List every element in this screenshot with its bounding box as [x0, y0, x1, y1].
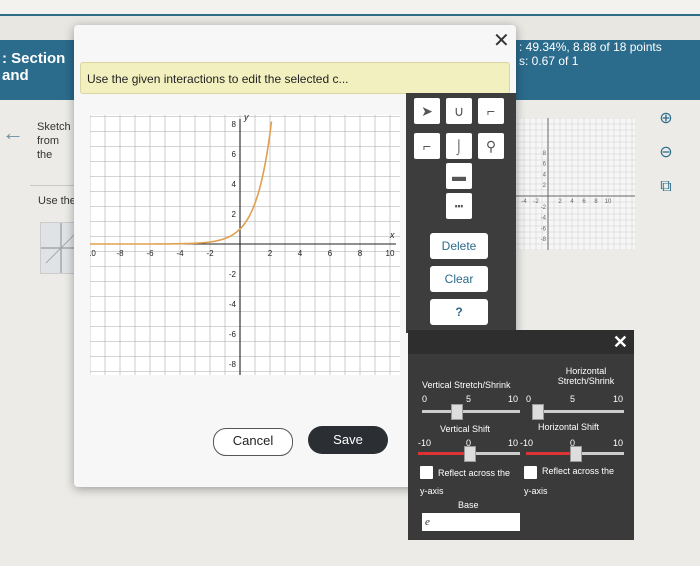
horizontal-shift-fill	[526, 452, 574, 455]
section-title: : Section and	[2, 50, 65, 84]
drawing-tools-panel: ➤ ∪ ⌐ ⌐ ⌡ ⚲ ▬ ┅ Delete Clear ?	[406, 93, 516, 333]
parabola-tool-icon[interactable]: ∪	[446, 98, 472, 124]
vertical-stretch-label: Vertical Stretch/Shrink	[422, 380, 511, 390]
horizontal-shift-max: 10	[613, 438, 624, 448]
x-tick-label: 2	[268, 249, 273, 258]
zoom-out-icon[interactable]: ⊖	[655, 142, 677, 164]
horizontal-shift-label: Horizontal Shift	[538, 422, 600, 432]
x-tick-label: 6	[328, 249, 333, 258]
reflect-y-axis-checkbox[interactable]	[420, 466, 433, 479]
vertical-stretch-knob[interactable]	[451, 404, 464, 420]
back-arrow-icon[interactable]: ←	[2, 120, 24, 146]
close-dialog-icon[interactable]: ✕	[493, 28, 510, 53]
horizontal-shift-min: -10	[520, 438, 534, 448]
reflect-y-axis-label2-2: y-axis	[524, 486, 548, 496]
horizontal-stretch-knob[interactable]	[531, 404, 544, 420]
score-line2: s: 0.67 of 1	[519, 54, 579, 68]
x-tick-label: 8	[358, 249, 363, 258]
base-input[interactable]: e	[422, 513, 520, 531]
y-tick-label: -4	[229, 300, 237, 309]
horizontal-stretch-label: Horizontal Stretch/Shrink	[546, 366, 626, 386]
y-tick-label: -8	[229, 360, 237, 369]
solid-line-tool-icon[interactable]: ▬	[446, 163, 472, 189]
x-axis-label: x	[389, 230, 395, 240]
vertical-stretch-min: 0	[422, 394, 428, 404]
vertical-stretch-max: 10	[508, 394, 519, 404]
vertical-shift-max: 10	[508, 438, 519, 448]
horizontal-stretch-label-line1: Horizontal	[565, 366, 607, 376]
save-button[interactable]: Save	[308, 426, 388, 454]
x-tick-label: -6	[146, 249, 154, 258]
close-panel-icon[interactable]: ✕	[613, 332, 628, 353]
y-tick-label: -6	[229, 330, 237, 339]
mini-y-tick-label: -2	[541, 205, 547, 211]
reflect-y-axis-checkbox-2[interactable]	[524, 466, 537, 479]
y-tick-label: -2	[229, 270, 237, 279]
score-line1: : 49.34%, 8.88 of 18 points	[519, 40, 662, 54]
vertical-stretch-mid: 5	[466, 394, 472, 404]
mini-x-tick-label: -4	[521, 199, 527, 205]
horizontal-stretch-mid: 5	[570, 394, 576, 404]
base-label: Base	[458, 500, 479, 510]
horizontal-stretch-max: 10	[613, 394, 624, 404]
panel-title-bar	[408, 330, 634, 354]
graph-canvas[interactable]: -10 -8 -6 -4 -2 2 4 6 8 10 8 6 4 2 -2 -4 -6 -8 x y	[90, 115, 400, 375]
y-axis-label: y	[243, 115, 249, 122]
vertical-shift-fill	[418, 452, 468, 455]
score-info: : 49.34%, 8.88 of 18 points s: 0.67 of 1	[519, 40, 662, 68]
clear-button[interactable]: Clear	[430, 266, 488, 292]
exponential-tool-icon[interactable]: ⌡	[446, 133, 472, 159]
transform-tool-icon[interactable]: ⚲	[478, 133, 504, 159]
background-graph: -4 -2 2 4 6 8 10 8642-2-4-6-8	[513, 118, 635, 250]
zoom-in-icon[interactable]: ⊕	[655, 108, 677, 130]
mini-x-tick-label: 10	[605, 199, 612, 205]
x-tick-label: -2	[206, 249, 214, 258]
vertical-shift-knob[interactable]	[464, 446, 476, 462]
vertical-stretch-slider[interactable]	[422, 410, 520, 413]
side-toolbar: ⊕ ⊖ ⧉	[655, 108, 685, 210]
reflect-y-axis-label2: y-axis	[420, 486, 444, 496]
sketch-instruction: Sketch from the	[37, 121, 71, 161]
mini-x-tick-label: -2	[533, 199, 539, 205]
y-tick-label: 6	[232, 150, 237, 159]
y-tick-label: 2	[232, 210, 237, 219]
x-tick-label: -10	[90, 249, 96, 258]
use-instruction: Use the	[38, 195, 76, 207]
x-tick-label: 10	[386, 249, 395, 258]
top-bar	[0, 0, 700, 16]
y-tick-label: 4	[232, 180, 237, 189]
x-tick-label: -4	[176, 249, 184, 258]
vertical-shift-label: Vertical Shift	[440, 424, 491, 434]
transformations-panel: ✕ Vertical Stretch/Shrink 0 5 10 Horizon…	[408, 330, 634, 540]
graph-background	[90, 115, 400, 375]
help-button[interactable]: ?	[430, 299, 488, 325]
root-curve-tool-icon[interactable]: ⌐	[478, 98, 504, 124]
section-title-line1: : Section	[2, 50, 66, 67]
instruction-bar: Use the given interactions to edit the s…	[80, 62, 510, 94]
horizontal-stretch-min: 0	[526, 394, 532, 404]
cancel-button[interactable]: Cancel	[213, 428, 293, 456]
reflect-y-axis-label-2: Reflect across the	[542, 466, 615, 476]
pointer-tool-icon[interactable]: ➤	[414, 98, 440, 124]
y-tick-label: 8	[232, 120, 237, 129]
vertical-shift-min: -10	[418, 438, 432, 448]
popout-icon[interactable]: ⧉	[655, 176, 677, 198]
x-tick-label: -8	[116, 249, 124, 258]
mini-y-tick-label: -4	[541, 216, 547, 222]
horizontal-stretch-label-line2: Stretch/Shrink	[557, 376, 615, 386]
mini-y-tick-label: -8	[541, 237, 547, 243]
x-tick-label: 4	[298, 249, 303, 258]
horizontal-shift-knob[interactable]	[570, 446, 582, 462]
dashed-line-tool-icon[interactable]: ┅	[446, 193, 472, 219]
delete-button[interactable]: Delete	[430, 233, 488, 259]
mini-y-tick-label: -6	[541, 226, 547, 232]
horizontal-stretch-slider[interactable]	[532, 410, 624, 413]
section-title-line2: and	[2, 67, 29, 84]
reflect-y-axis-label: Reflect across the	[438, 468, 511, 478]
log-curve-tool-icon[interactable]: ⌐	[414, 133, 440, 159]
